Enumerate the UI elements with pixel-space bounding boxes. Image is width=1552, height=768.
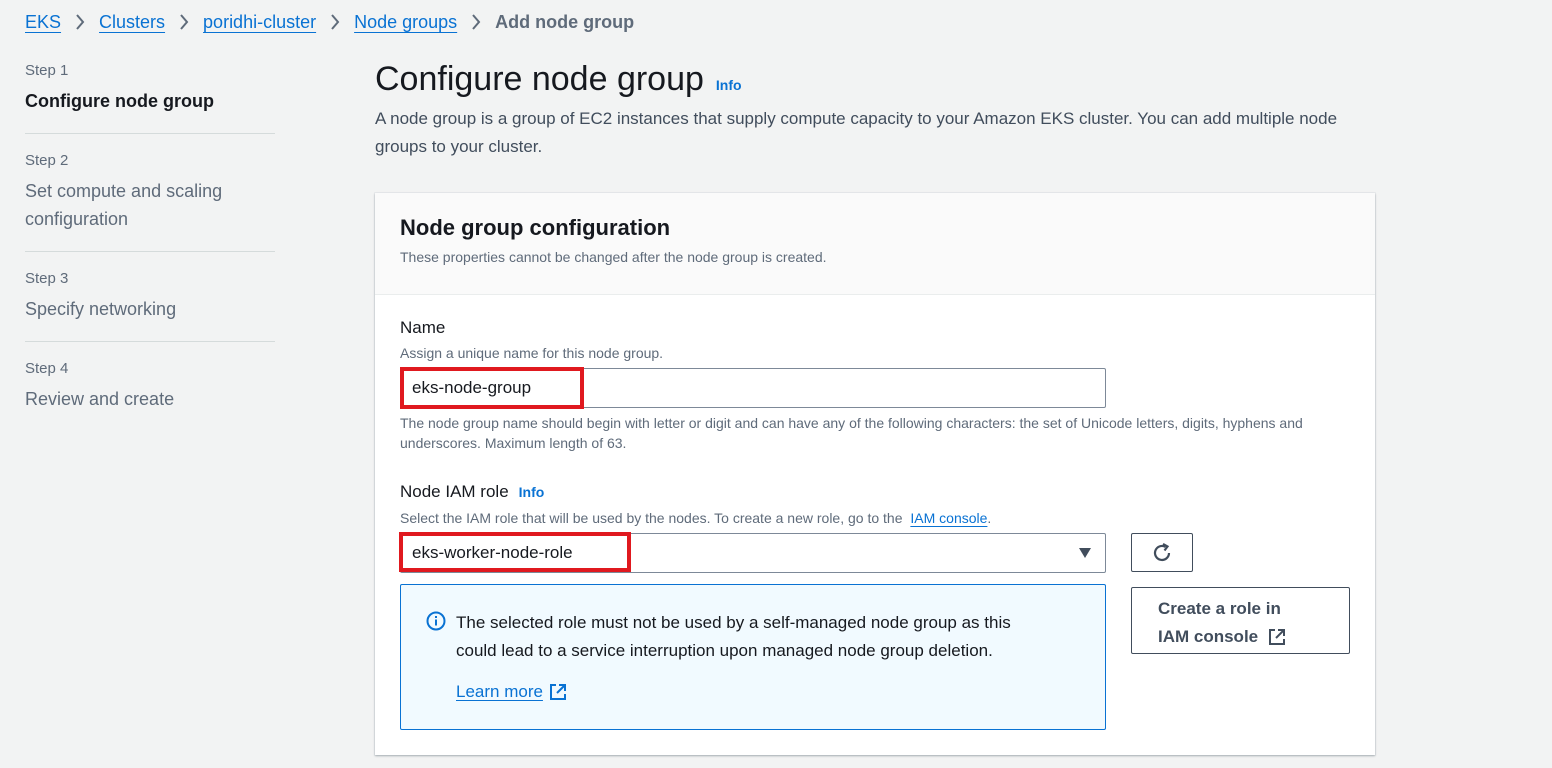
role-highlight-box bbox=[399, 532, 631, 572]
page-title: Configure node group bbox=[375, 60, 704, 98]
name-help: Assign a unique name for this node group… bbox=[400, 345, 664, 361]
refresh-icon bbox=[1153, 542, 1171, 561]
caret-down-icon bbox=[1079, 548, 1091, 558]
create-role-button[interactable]: Create a role in IAM console bbox=[1131, 587, 1350, 654]
role-label-row: Node IAM role Info bbox=[400, 482, 544, 502]
step-2[interactable]: Step 2 Set compute and scaling configura… bbox=[25, 152, 275, 252]
breadcrumb-eks[interactable]: EKS bbox=[25, 12, 61, 33]
step-3[interactable]: Step 3 Specify networking bbox=[25, 270, 275, 342]
step-title: Specify networking bbox=[25, 299, 177, 319]
breadcrumb-cluster[interactable]: poridhi-cluster bbox=[203, 12, 316, 33]
chevron-right-icon bbox=[471, 14, 481, 30]
learn-more-text[interactable]: Learn more bbox=[456, 682, 543, 702]
name-highlight-box bbox=[400, 367, 584, 409]
panel-title: Node group configuration bbox=[400, 215, 671, 240]
role-help-text: Select the IAM role that will be used by… bbox=[400, 510, 903, 526]
name-label: Name bbox=[400, 318, 446, 337]
create-role-line2: IAM console bbox=[1158, 627, 1259, 646]
info-circle-icon bbox=[426, 611, 446, 636]
breadcrumb-clusters[interactable]: Clusters bbox=[99, 12, 165, 33]
breadcrumb-current: Add node group bbox=[495, 11, 635, 32]
step-title: Review and create bbox=[25, 389, 175, 409]
step-number: Step 2 bbox=[25, 152, 69, 169]
create-role-line1: Create a role in bbox=[1158, 599, 1281, 618]
step-title: Set compute and scaling configuration bbox=[25, 181, 223, 229]
step-title: Configure node group bbox=[25, 91, 214, 111]
role-label: Node IAM role bbox=[400, 482, 509, 501]
main-content: Configure node group Info A node group i… bbox=[375, 60, 1375, 161]
chevron-right-icon bbox=[179, 14, 189, 30]
role-help: Select the IAM role that will be used by… bbox=[400, 510, 991, 526]
external-link-icon bbox=[1269, 629, 1286, 645]
breadcrumb-node-groups[interactable]: Node groups bbox=[354, 12, 457, 33]
role-info-link[interactable]: Info bbox=[519, 484, 545, 500]
page-description: A node group is a group of EC2 instances… bbox=[375, 109, 1338, 156]
panel-header: Node group configuration These propertie… bbox=[375, 193, 1375, 295]
node-group-config-panel: Node group configuration These propertie… bbox=[375, 193, 1375, 755]
panel-subtitle: These properties cannot be changed after… bbox=[400, 249, 827, 265]
external-link-icon bbox=[549, 684, 566, 700]
name-constraint-text: The node group name should begin with le… bbox=[400, 415, 1303, 451]
role-help-suffix: . bbox=[987, 510, 992, 526]
info-alert: The selected role must not be used by a … bbox=[400, 584, 1106, 730]
iam-console-link[interactable]: IAM console bbox=[910, 510, 987, 526]
step-number: Step 4 bbox=[25, 360, 69, 377]
step-number: Step 1 bbox=[25, 62, 69, 79]
step-1: Step 1 Configure node group bbox=[25, 62, 275, 134]
step-4[interactable]: Step 4 Review and create bbox=[25, 360, 275, 431]
wizard-steps: Step 1 Configure node group Step 2 Set c… bbox=[25, 62, 275, 449]
breadcrumb: EKS Clusters poridhi-cluster Node groups… bbox=[25, 10, 634, 34]
alert-text: The selected role must not be used by a … bbox=[456, 613, 1011, 660]
refresh-roles-button[interactable] bbox=[1131, 533, 1193, 572]
chevron-right-icon bbox=[330, 14, 340, 30]
page-info-link[interactable]: Info bbox=[716, 77, 742, 93]
chevron-right-icon bbox=[75, 14, 85, 30]
step-number: Step 3 bbox=[25, 270, 69, 287]
learn-more-link[interactable]: Learn more bbox=[456, 682, 567, 702]
